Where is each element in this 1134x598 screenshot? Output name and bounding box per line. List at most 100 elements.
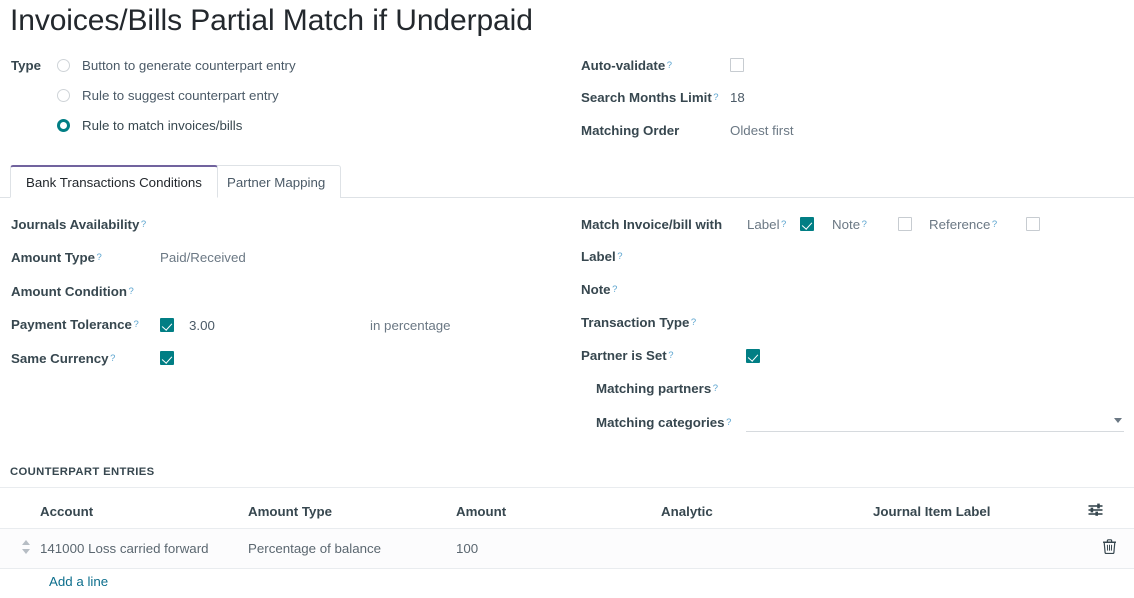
amount-type-value[interactable]: Paid/Received — [160, 250, 246, 265]
help-marker-icon[interactable]: ? — [96, 252, 101, 263]
form-page: Invoices/Bills Partial Match if Underpai… — [0, 0, 1134, 598]
auto-validate-label: Auto-validate — [581, 58, 665, 73]
payment-tolerance-checkbox-wrap[interactable] — [160, 318, 174, 332]
tab-strip: Bank Transactions Conditions Partner Map… — [0, 165, 1134, 198]
cell-journal-item-label[interactable] — [873, 529, 1088, 569]
help-marker-icon[interactable]: ? — [110, 353, 115, 364]
match-invoice-with-label: Match Invoice/bill with — [581, 217, 722, 232]
header-account[interactable]: Account — [40, 495, 248, 529]
counterpart-entries-section-title: COUNTERPART ENTRIES — [10, 466, 155, 478]
note-field-label-group: Note? — [581, 282, 617, 297]
table-row[interactable]: 141000 Loss carried forward Percentage o… — [0, 529, 1134, 569]
match-option-label-label: Label — [747, 217, 780, 232]
matching-partners-label-group: Matching partners? — [596, 381, 718, 396]
header-amount[interactable]: Amount — [456, 495, 661, 529]
partner-is-set-checkbox[interactable] — [746, 349, 760, 363]
same-currency-checkbox-wrap[interactable] — [160, 351, 174, 365]
matching-categories-select[interactable] — [746, 412, 1124, 432]
help-marker-icon[interactable]: ? — [612, 284, 617, 295]
help-marker-icon[interactable]: ? — [667, 60, 672, 71]
partner-is-set-checkbox-wrap[interactable] — [746, 349, 760, 363]
cell-account[interactable]: 141000 Loss carried forward — [40, 529, 248, 569]
transaction-type-label-group: Transaction Type? — [581, 315, 696, 330]
radio-icon[interactable] — [57, 59, 70, 72]
payment-tolerance-suffix: in percentage — [370, 318, 451, 333]
tab-label: Partner Mapping — [227, 175, 325, 190]
optional-columns-toggle[interactable] — [1088, 495, 1134, 529]
radio-label: Rule to match invoices/bills — [82, 118, 242, 133]
help-marker-icon[interactable]: ? — [992, 219, 997, 230]
search-months-limit-label: Search Months Limit — [581, 90, 712, 105]
payment-tolerance-checkbox[interactable] — [160, 318, 174, 332]
help-marker-icon[interactable]: ? — [862, 219, 867, 230]
page-title: Invoices/Bills Partial Match if Underpai… — [10, 2, 533, 40]
tab-label: Bank Transactions Conditions — [26, 175, 202, 190]
radio-option-button-generate[interactable]: Button to generate counterpart entry — [57, 58, 296, 73]
header-amount-type[interactable]: Amount Type — [248, 495, 456, 529]
table-header-row: Account Amount Type Amount Analytic Jour… — [0, 495, 1134, 529]
match-label-checkbox[interactable] — [800, 217, 814, 231]
radio-icon[interactable] — [57, 89, 70, 102]
sliders-icon[interactable] — [1088, 503, 1103, 519]
radio-option-rule-suggest[interactable]: Rule to suggest counterpart entry — [57, 88, 279, 103]
help-marker-icon[interactable]: ? — [617, 251, 622, 262]
auto-validate-checkbox[interactable] — [730, 58, 744, 72]
label-field-label: Label — [581, 249, 616, 264]
match-option-reference-label: Reference — [929, 217, 990, 232]
header-journal-item-label[interactable]: Journal Item Label — [873, 495, 1088, 529]
help-marker-icon[interactable]: ? — [713, 92, 718, 103]
counterpart-entries-table: Account Amount Type Amount Analytic Jour… — [0, 495, 1134, 569]
help-marker-icon[interactable]: ? — [726, 417, 731, 428]
header-analytic[interactable]: Analytic — [661, 495, 873, 529]
matching-categories-label-group: Matching categories? — [596, 415, 731, 430]
payment-tolerance-label: Payment Tolerance — [11, 317, 132, 332]
section-divider — [0, 487, 1134, 488]
help-marker-icon[interactable]: ? — [128, 286, 133, 297]
help-marker-icon[interactable]: ? — [691, 317, 696, 328]
search-months-limit-label-group: Search Months Limit? — [581, 90, 719, 105]
match-option-reference-checkbox-wrap[interactable] — [1026, 217, 1040, 231]
partner-is-set-label-group: Partner is Set? — [581, 348, 674, 363]
transaction-type-label: Transaction Type — [581, 315, 689, 330]
help-marker-icon[interactable]: ? — [713, 383, 718, 394]
delete-row-button[interactable] — [1088, 529, 1134, 569]
radio-option-rule-match[interactable]: Rule to match invoices/bills — [57, 118, 242, 133]
help-marker-icon[interactable]: ? — [781, 219, 786, 230]
match-option-label-checkbox-wrap[interactable] — [800, 217, 814, 231]
match-note-checkbox[interactable] — [898, 217, 912, 231]
matching-order-value[interactable]: Oldest first — [730, 123, 794, 138]
label-field-label-group: Label? — [581, 249, 623, 264]
cell-amount-type[interactable]: Percentage of balance — [248, 529, 456, 569]
same-currency-label: Same Currency — [11, 351, 109, 366]
auto-validate-label-group: Auto-validate? — [581, 58, 672, 73]
trash-icon[interactable] — [1103, 539, 1116, 557]
amount-condition-label: Amount Condition — [11, 284, 127, 299]
radio-icon-selected[interactable] — [57, 119, 70, 132]
cell-amount[interactable]: 100 — [456, 529, 661, 569]
cell-analytic[interactable] — [661, 529, 873, 569]
help-marker-icon[interactable]: ? — [133, 319, 138, 330]
amount-condition-label-group: Amount Condition? — [11, 284, 134, 299]
matching-order-label: Matching Order — [581, 123, 679, 138]
add-a-line-link[interactable]: Add a line — [49, 574, 108, 589]
matching-order-label-group: Matching Order — [581, 123, 679, 138]
type-field-label: Type — [11, 58, 41, 73]
partner-is-set-label: Partner is Set — [581, 348, 667, 363]
match-reference-checkbox[interactable] — [1026, 217, 1040, 231]
match-option-reference-label-group: Reference? — [929, 217, 997, 232]
help-marker-icon[interactable]: ? — [141, 219, 146, 230]
journals-availability-label-group: Journals Availability? — [11, 217, 146, 232]
tab-bank-transactions-conditions[interactable]: Bank Transactions Conditions — [10, 165, 218, 198]
note-field-label: Note — [581, 282, 611, 297]
chevron-down-icon[interactable] — [1114, 418, 1122, 423]
drag-handle-icon[interactable] — [22, 540, 31, 554]
same-currency-label-group: Same Currency? — [11, 351, 115, 366]
row-drag-handle-cell[interactable] — [0, 529, 40, 569]
payment-tolerance-value[interactable]: 3.00 — [189, 318, 215, 333]
match-option-note-checkbox-wrap[interactable] — [898, 217, 912, 231]
help-marker-icon[interactable]: ? — [668, 350, 673, 361]
same-currency-checkbox[interactable] — [160, 351, 174, 365]
auto-validate-checkbox-wrap[interactable] — [730, 58, 744, 72]
tab-partner-mapping[interactable]: Partner Mapping — [211, 165, 341, 198]
search-months-limit-value[interactable]: 18 — [730, 90, 745, 105]
